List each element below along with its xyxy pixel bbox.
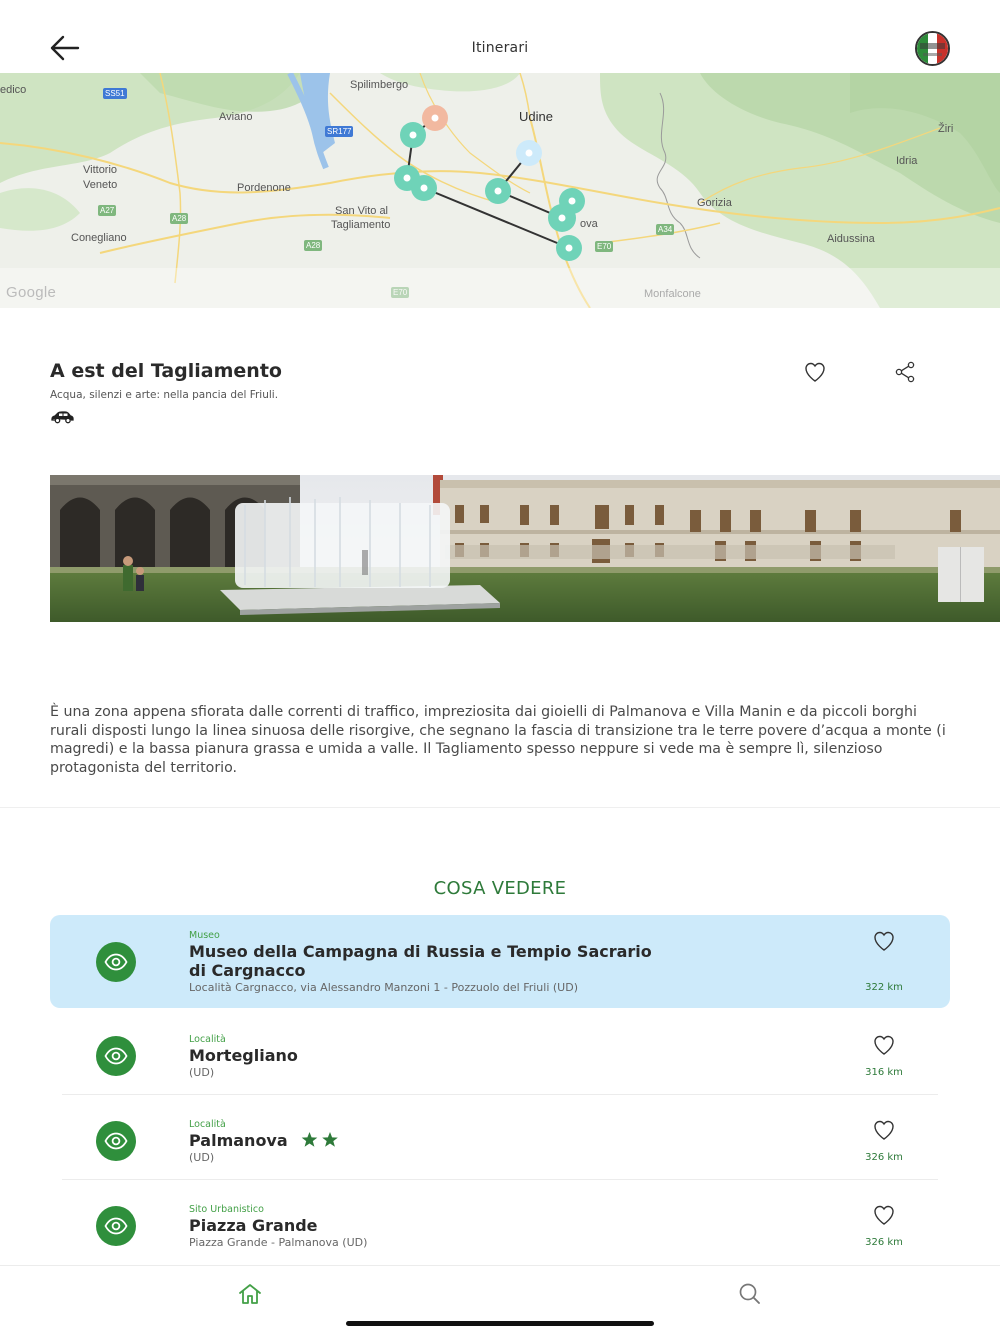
map-label: Spilimbergo (350, 79, 409, 91)
eye-icon (104, 1217, 128, 1235)
map-label: Conegliano (71, 232, 127, 244)
home-icon (239, 1284, 261, 1304)
view-button[interactable] (96, 1206, 136, 1246)
route-map[interactable]: edico Spilimbergo Aviano Udine Žiri Idri… (0, 73, 1000, 308)
map-marker[interactable] (516, 140, 542, 166)
poi-card[interactable]: Sito Urbanistico Piazza Grande Piazza Gr… (50, 1195, 950, 1265)
home-indicator (346, 1321, 654, 1326)
poi-distance: 326 km (865, 1152, 903, 1163)
favorite-poi-button[interactable] (872, 1203, 896, 1227)
route-markers[interactable] (0, 73, 1000, 308)
poi-name: Piazza Grande (189, 1216, 318, 1235)
star-icon (301, 1132, 318, 1147)
poi-name: Palmanova (189, 1131, 288, 1150)
road-badge: E70 (595, 241, 614, 252)
road-badge: E70 (391, 287, 410, 298)
top-bar: Itinerari (0, 0, 1000, 73)
poi-address: (UD) (189, 1151, 215, 1164)
map-label: Žiri (938, 123, 954, 135)
map-label: ova (580, 218, 598, 230)
view-button[interactable] (96, 942, 136, 982)
list-divider (62, 1094, 938, 1095)
poi-name-row: Palmanova (189, 1131, 339, 1150)
star-rating (301, 1132, 339, 1147)
favorite-poi-button[interactable] (872, 1118, 896, 1142)
favorite-poi-button[interactable] (872, 1033, 896, 1057)
poi-card[interactable]: Località Palmanova (UD) 326 km (50, 1110, 950, 1180)
map-label: Monfalcone (644, 288, 701, 300)
poi-distance: 316 km (865, 1067, 903, 1078)
road-badge: A28 (170, 213, 189, 224)
google-attribution: Google (6, 284, 57, 301)
page-title: Itinerari (471, 40, 529, 56)
car-icon (51, 411, 74, 424)
route-subtitle: Acqua, silenzi e arte: nella pancia del … (50, 389, 279, 401)
road-badge: A27 (98, 205, 117, 216)
tab-home[interactable] (237, 1282, 263, 1306)
map-marker[interactable] (556, 235, 582, 261)
share-icon (895, 361, 915, 383)
poi-name: Mortegliano (189, 1046, 298, 1065)
map-label: edico (0, 84, 27, 96)
route-title: A est del Tagliamento (50, 360, 282, 382)
map-label: Idria (896, 155, 918, 167)
map-label: Aidussina (827, 233, 875, 245)
route-description: È una zona appena sfiorata dalle corrent… (50, 704, 946, 776)
poi-card[interactable]: Museo Museo della Campagna di Russia e T… (50, 915, 950, 1008)
map-marker[interactable] (400, 122, 426, 148)
poi-distance: 326 km (865, 1237, 903, 1248)
road-badge: A28 (304, 240, 323, 251)
poi-category: Sito Urbanistico (189, 1204, 264, 1215)
eye-icon (104, 953, 128, 971)
heart-icon (874, 931, 894, 951)
map-label: San Vito al (335, 205, 389, 217)
route-photo (50, 475, 1000, 622)
favorite-route-button[interactable] (803, 360, 827, 384)
map-label: Udine (519, 109, 553, 124)
language-button[interactable] (915, 31, 950, 66)
road-badge: SR177 (325, 126, 354, 137)
poi-address: Piazza Grande - Palmanova (UD) (189, 1236, 368, 1249)
map-label: Gorizia (697, 197, 732, 209)
poi-card[interactable]: Località Mortegliano (UD) 316 km (50, 1025, 950, 1095)
section-divider (0, 807, 1000, 808)
heart-icon (874, 1205, 894, 1225)
map-marker[interactable] (422, 105, 448, 131)
tab-search[interactable] (737, 1281, 763, 1307)
star-icon (322, 1132, 339, 1147)
map-label: Pordenone (237, 182, 291, 194)
poi-category: Località (189, 1119, 226, 1130)
poi-category: Museo (189, 930, 220, 941)
map-marker[interactable] (411, 175, 437, 201)
italian-flag-icon (917, 33, 948, 64)
share-route-button[interactable] (893, 360, 917, 384)
poi-address: Località Cargnacco, via Alessandro Manzo… (189, 981, 578, 994)
map-label: Aviano (219, 111, 253, 123)
eye-icon (104, 1132, 128, 1150)
map-label: Vittorio (83, 164, 118, 176)
poi-category: Località (189, 1034, 226, 1045)
map-label: Tagliamento (331, 219, 391, 231)
view-button[interactable] (96, 1036, 136, 1076)
map-marker[interactable] (485, 178, 511, 204)
road-badge: SS51 (103, 88, 127, 99)
poi-address: (UD) (189, 1066, 215, 1079)
heart-icon (874, 1120, 894, 1140)
heart-icon (874, 1035, 894, 1055)
list-divider (62, 1179, 938, 1180)
map-label: Veneto (83, 179, 118, 191)
heart-icon (805, 362, 825, 382)
favorite-poi-button[interactable] (872, 929, 896, 953)
road-badge: A34 (656, 224, 675, 235)
poi-name: Museo della Campagna di Russia e Tempio … (189, 942, 652, 980)
poi-distance: 322 km (865, 982, 903, 993)
map-marker[interactable] (548, 204, 576, 232)
section-title: COSA VEDERE (433, 878, 567, 899)
eye-icon (104, 1047, 128, 1065)
search-icon (739, 1283, 760, 1304)
view-button[interactable] (96, 1121, 136, 1161)
